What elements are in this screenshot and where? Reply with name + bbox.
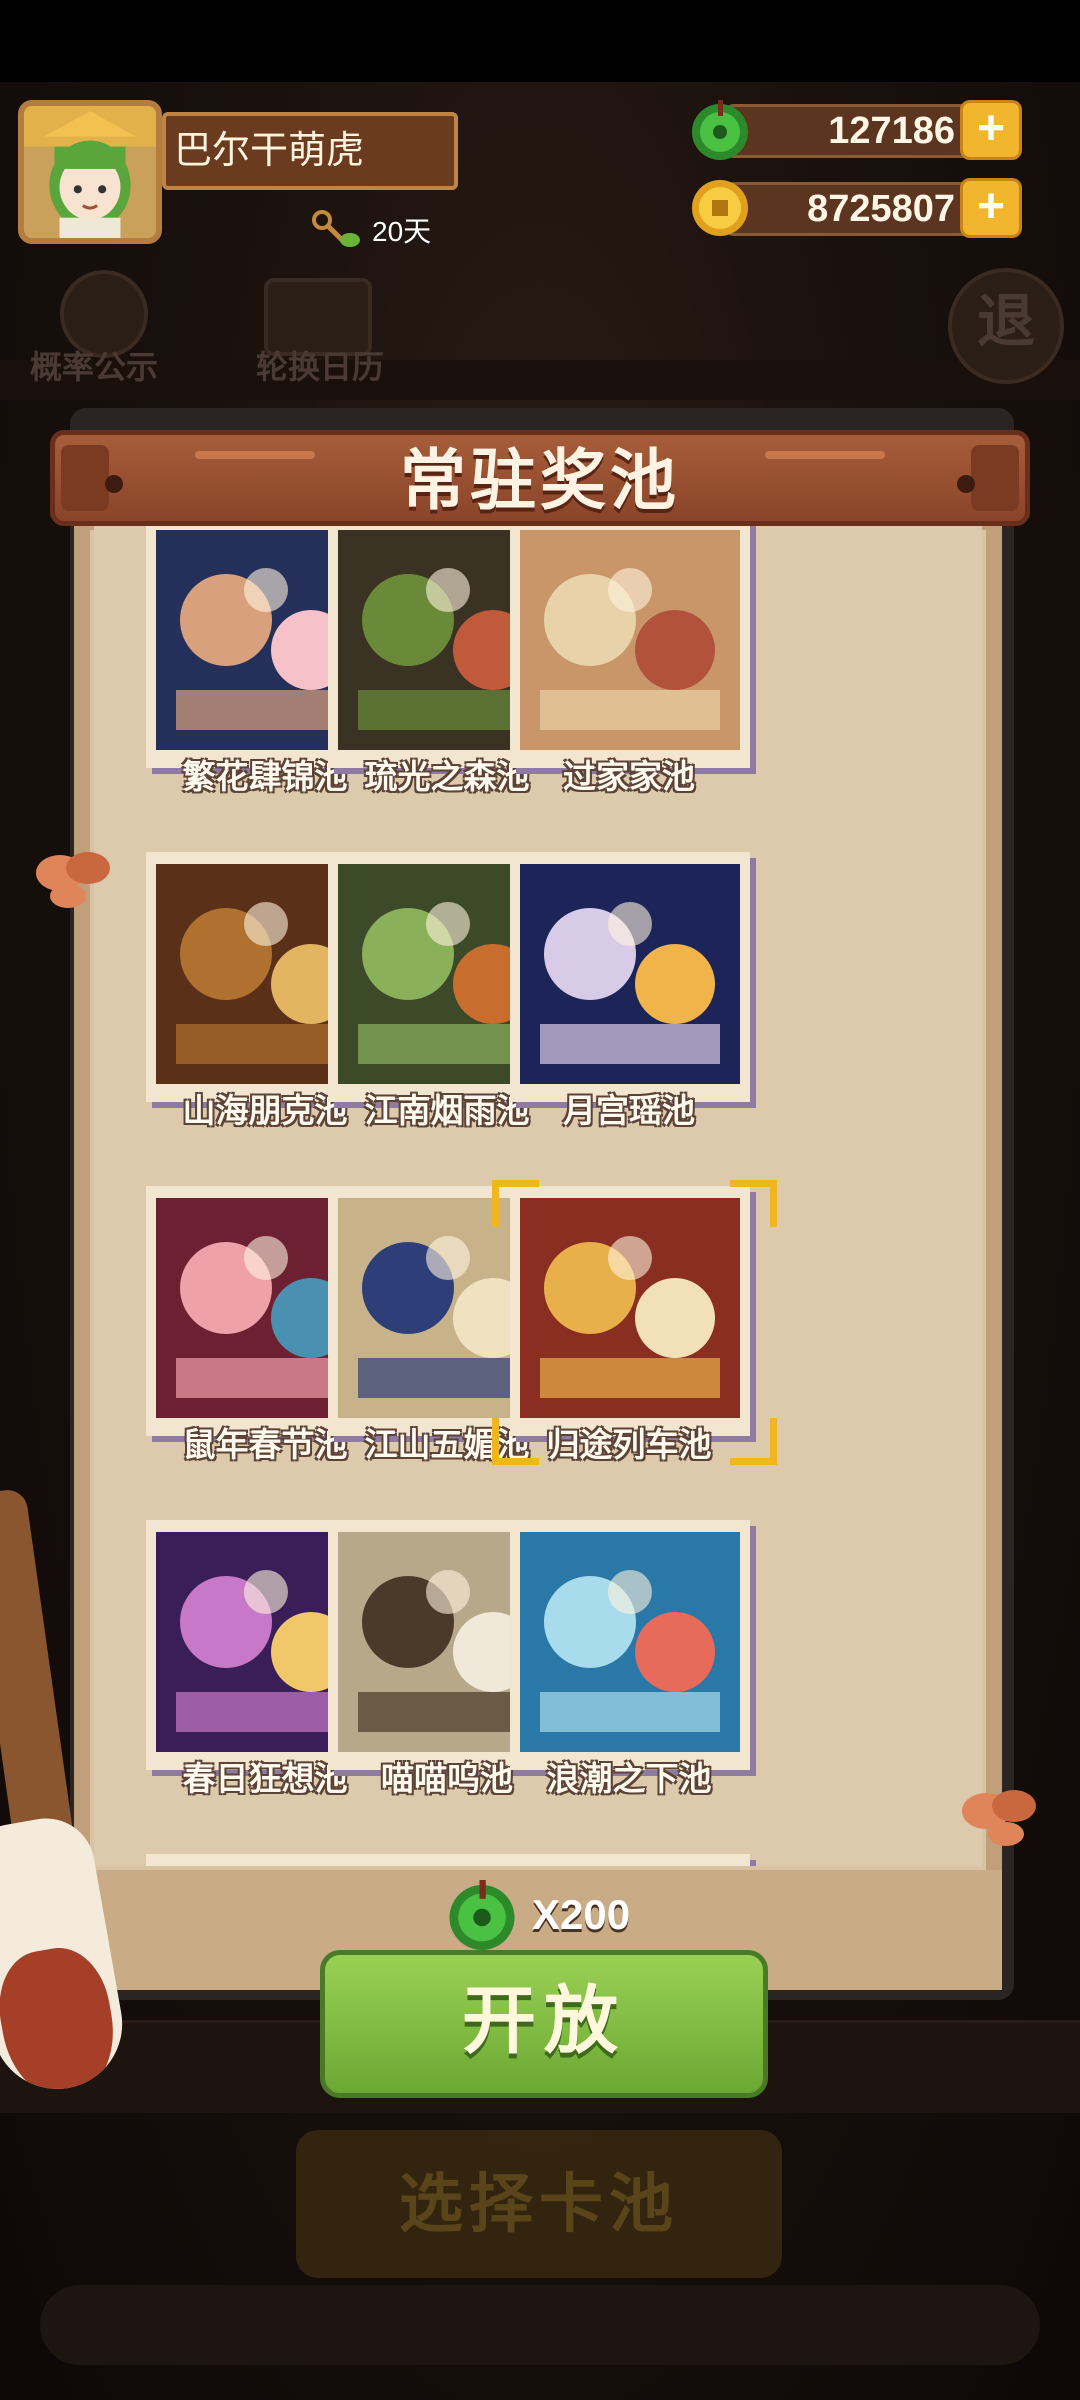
butterfly-icon (36, 852, 110, 908)
background-base (40, 2285, 1040, 2365)
days-label: 20天 (372, 216, 432, 247)
pool-artwork (520, 864, 740, 1084)
open-button[interactable]: 开放 (320, 1950, 768, 2098)
coin-currency: 8725807 + (688, 176, 1022, 240)
coin-amount: 8725807 (724, 182, 980, 236)
player-name[interactable]: 巴尔干萌虎 (162, 112, 458, 190)
select-pool-label: 选择卡池 (399, 2168, 679, 2240)
pool-label: 浪潮之下池 (546, 1760, 712, 1797)
pool-label: 归途列车池 (546, 1426, 712, 1463)
jade-icon (692, 100, 748, 160)
selection-corner (492, 1180, 539, 1227)
pool-label: 月宫瑶池 (563, 1092, 695, 1129)
jade-amount: 127186 (724, 104, 980, 158)
probability-button[interactable]: 概率公示 (14, 342, 174, 388)
player-avatar[interactable] (18, 100, 162, 244)
pool-card[interactable]: 浪潮之下池 (504, 1520, 754, 1797)
coin-icon (692, 180, 748, 236)
open-cost: X200 (442, 1880, 630, 1950)
selection-corner (730, 1418, 777, 1465)
key-icon (312, 210, 360, 247)
avatar-character-icon (24, 106, 156, 238)
add-coin-button[interactable]: + (960, 178, 1022, 238)
butterfly-icon (962, 1790, 1036, 1846)
pool-grid: 繁花肆锦池 琉光之森池 过家家池 山海朋克池 江南烟雨池 月宫瑶池 鼠年春节池 江山五媚池 归途… (94, 526, 982, 1866)
panel-title: 常驻奖池 (400, 443, 680, 517)
pool-card[interactable]: 过家家池 (504, 526, 754, 795)
pool-artwork (520, 1532, 740, 1752)
calendar-button[interactable]: 轮换日历 (240, 342, 400, 388)
days-indicator: 20天 (312, 210, 431, 250)
add-jade-button[interactable]: + (960, 100, 1022, 160)
pool-card-partial[interactable] (504, 1854, 754, 1866)
cost-amount: X200 (532, 1891, 631, 1938)
pool-card-frame (510, 1854, 750, 1866)
pool-label: 过家家池 (563, 758, 695, 795)
pool-card[interactable]: 月宫瑶池 (504, 852, 754, 1129)
selection-corner (730, 1180, 777, 1227)
selection-corner (492, 1418, 539, 1465)
exit-button[interactable]: 退 (948, 268, 1064, 384)
exit-label: 退 (976, 289, 1035, 354)
pool-card[interactable]: 归途列车池 (492, 1180, 777, 1465)
status-bar-area (0, 0, 1080, 82)
jade-currency: 127186 + (688, 98, 1022, 162)
pool-artwork (520, 1198, 740, 1418)
jade-icon (449, 1880, 515, 1950)
panel-banner: 常驻奖池 (50, 430, 1030, 526)
pool-artwork (520, 530, 740, 750)
